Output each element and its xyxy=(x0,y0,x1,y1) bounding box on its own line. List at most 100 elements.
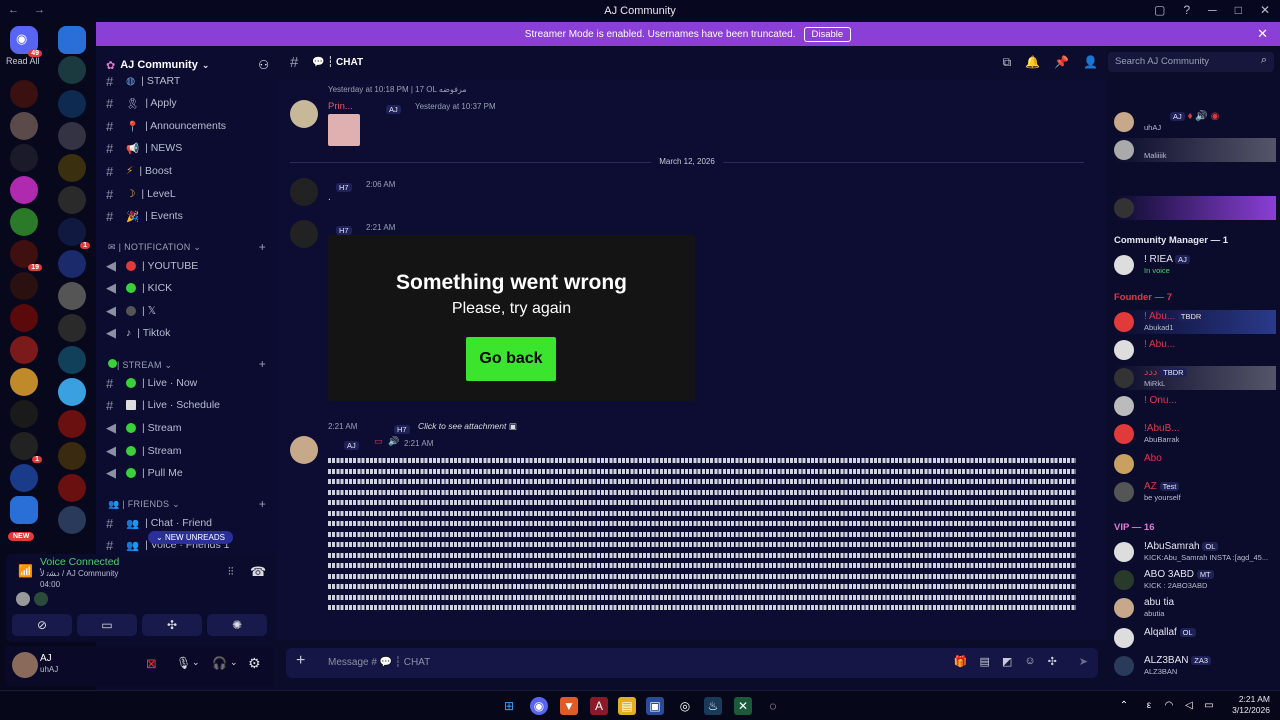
channel-news[interactable]: # 📢 | NEWS xyxy=(106,139,271,157)
reply-preview[interactable]: Yesterday at 10:18 PM | 17 OL مرفوضه xyxy=(328,85,467,94)
camera-off-button[interactable]: ⊘ xyxy=(12,614,72,636)
server-icon[interactable] xyxy=(58,250,86,278)
channel-apply[interactable]: # 🎗 | Apply xyxy=(106,94,271,112)
noise-suppression-icon[interactable]: ⫶⫶ xyxy=(228,566,234,579)
member-item[interactable]: ! RIEA AJ In voice xyxy=(1114,253,1276,277)
member-item[interactable]: !AbuSamrah OL KICK:Abu_Samrah INSTA :[agd… xyxy=(1114,540,1276,564)
server-icon[interactable] xyxy=(58,122,86,150)
member-item[interactable]: ABO 3ABD MT KICK : 2ABO3ABD xyxy=(1114,568,1276,592)
server-icon[interactable] xyxy=(10,368,38,396)
avatar[interactable] xyxy=(290,220,318,248)
chevron-down-icon[interactable]: ⌄ xyxy=(230,657,238,668)
voice-status[interactable]: Voice Connected xyxy=(40,556,119,568)
emoji-icon[interactable]: ☺ xyxy=(1024,655,1035,668)
add-channel-icon[interactable]: + xyxy=(259,357,266,371)
obs-icon[interactable]: ◎ xyxy=(676,697,694,715)
member-item[interactable]: ! Onu... xyxy=(1114,394,1276,418)
folder-icon[interactable] xyxy=(10,496,38,524)
server-icon[interactable] xyxy=(10,272,38,300)
voice-channel-stream[interactable]: ◀ | Stream xyxy=(106,442,271,460)
volume-icon[interactable]: ◁ xyxy=(1180,697,1198,715)
avatar[interactable] xyxy=(290,436,318,464)
avatar[interactable] xyxy=(12,652,38,678)
taskbar-clock[interactable]: 2:21 AM 3/12/2026 xyxy=(1232,694,1270,716)
send-icon[interactable]: ➤ xyxy=(1079,655,1088,668)
gear-icon[interactable]: ⚙ xyxy=(248,655,261,672)
invite-icon[interactable]: ⚇ xyxy=(258,58,269,72)
member-item[interactable]: AZ Test be yourself xyxy=(1114,480,1276,504)
chevron-up-icon[interactable]: ⌃ xyxy=(1115,697,1133,715)
server-icon[interactable]: 1 xyxy=(58,218,90,249)
image-attachment[interactable] xyxy=(328,114,360,146)
server-icon[interactable]: 19 xyxy=(10,240,42,271)
category-notification[interactable]: ✉ | NOTIFICATION ⌄ + xyxy=(108,240,266,254)
message-input[interactable]: Message # 💬 ┆ CHAT xyxy=(328,657,430,668)
server-icon[interactable] xyxy=(10,176,38,204)
server-icon[interactable] xyxy=(10,112,38,140)
new-unreads-pill[interactable]: ⌄ NEW UNREADS xyxy=(148,531,233,544)
gift-icon[interactable]: 🎁 xyxy=(954,655,968,668)
user-name[interactable]: AJ xyxy=(40,653,52,664)
discord-icon[interactable]: ◉ xyxy=(530,697,548,715)
screen-share-button[interactable]: ▭ xyxy=(77,614,137,636)
member-item[interactable]: !AbuB... AbuBarrak xyxy=(1114,422,1276,446)
member-item[interactable]: ! Abu... TBDR Abukad1 xyxy=(1114,310,1276,334)
server-icon[interactable] xyxy=(58,56,86,84)
search-input[interactable]: Search AJ Community ⌕ xyxy=(1108,52,1274,72)
channel-live-schedule[interactable]: # | Live · Schedule xyxy=(106,396,271,414)
adobe-icon[interactable]: A xyxy=(590,697,608,715)
voice-channel-pull-me[interactable]: ◀ | Pull Me xyxy=(106,464,271,482)
member-item[interactable] xyxy=(1114,196,1276,220)
channel-level[interactable]: # ☽ | LeveL xyxy=(106,185,271,203)
windows-start-icon[interactable]: ⊞ xyxy=(500,697,518,715)
member-item[interactable]: Alqallaf OL xyxy=(1114,626,1276,650)
avatar[interactable] xyxy=(290,100,318,128)
member-item[interactable]: ﺩﺩﺩ TBDR MiRkL xyxy=(1114,366,1276,390)
threads-icon[interactable]: ⧉ xyxy=(1003,55,1012,70)
new-servers-badge[interactable]: NEW xyxy=(8,532,35,541)
voice-channel-name[interactable]: ﺩﺸﺗ ﻷ / AJ Community xyxy=(40,569,118,578)
member-item[interactable]: Abo xyxy=(1114,452,1276,476)
xbox-icon[interactable]: ✕ xyxy=(734,697,752,715)
channel-announcements[interactable]: # 📍 | Announcements xyxy=(106,117,271,135)
add-attachment-icon[interactable]: + xyxy=(296,652,305,670)
server-icon[interactable] xyxy=(10,80,38,108)
avatar[interactable] xyxy=(290,178,318,206)
members-icon[interactable]: 👤 xyxy=(1083,55,1098,70)
channel-boost[interactable]: # ⚡ | Boost xyxy=(106,162,271,180)
disable-button[interactable]: Disable xyxy=(803,26,852,42)
channel-youtube[interactable]: ◀ | YOUTUBE xyxy=(106,257,271,275)
signal-icon[interactable]: 📶 xyxy=(18,564,33,578)
server-icon[interactable] xyxy=(58,378,86,406)
app-icon[interactable]: ▣ xyxy=(646,697,664,715)
server-icon[interactable] xyxy=(10,400,38,428)
server-icon[interactable] xyxy=(58,410,86,438)
server-icon[interactable] xyxy=(58,346,86,374)
soundboard-button[interactable]: ✺ xyxy=(207,614,267,636)
server-icon[interactable] xyxy=(58,154,86,182)
channel-kick[interactable]: ◀ | KICK xyxy=(106,279,271,297)
server-icon[interactable] xyxy=(58,282,86,310)
channel-x[interactable]: ◀ | 𝕏 xyxy=(106,302,271,320)
steam-icon[interactable]: ♨ xyxy=(704,697,722,715)
pin-icon[interactable]: 📌 xyxy=(1054,55,1069,70)
microphone-icon[interactable]: 🎙 xyxy=(176,656,191,670)
minimize-button[interactable]: ─ xyxy=(1208,3,1217,17)
add-channel-icon[interactable]: + xyxy=(259,497,266,511)
reply-attachment-link[interactable]: Click to see attachment ▣ xyxy=(418,421,517,432)
avatar[interactable] xyxy=(16,592,30,606)
add-channel-icon[interactable]: + xyxy=(259,240,266,254)
bell-icon[interactable]: 🔔 xyxy=(1025,55,1040,70)
category-friends[interactable]: 👥 | FRIENDS ⌄ + xyxy=(108,497,266,511)
chevron-down-icon[interactable]: ⌄ xyxy=(192,657,200,668)
member-item[interactable]: abu tia abutia xyxy=(1114,596,1276,620)
server-icon[interactable] xyxy=(10,144,38,172)
avatar[interactable] xyxy=(34,592,48,606)
go-back-button[interactable]: Go back xyxy=(466,337,556,381)
read-all-button[interactable]: Read All xyxy=(6,56,40,66)
channel-start[interactable]: # ◍ | START xyxy=(106,72,271,90)
brave-icon[interactable]: ▼ xyxy=(560,697,578,715)
close-icon[interactable]: ✕ xyxy=(1257,26,1268,42)
channel-live-now[interactable]: # | Live · Now xyxy=(106,374,271,392)
headphones-icon[interactable]: 🎧 xyxy=(212,656,227,670)
